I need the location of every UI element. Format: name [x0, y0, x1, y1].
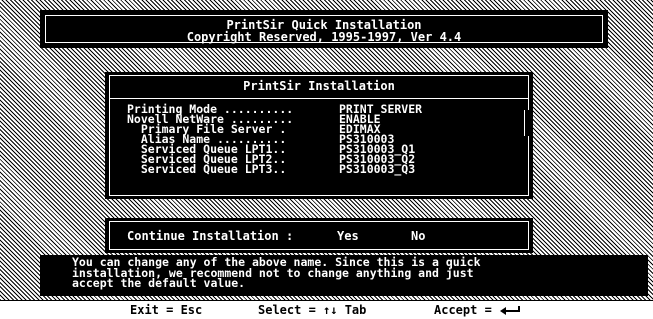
enter-arrow-icon [500, 305, 521, 315]
help-text: You can change any of the above name. Si… [72, 256, 481, 290]
installation-dialog: PrintSir Installation Printing Mode ....… [105, 72, 533, 199]
exit-key-hint: Exit = Esc [130, 303, 203, 317]
yes-option[interactable]: Yes [337, 230, 359, 242]
help-line-3: accept the default value. [72, 276, 246, 290]
banner-copyright: Copyright Reserved, 1995-1997, Ver 4.4 [186, 30, 462, 44]
dos-screen: PrintSir Quick Installation Copyright Re… [0, 0, 653, 301]
setting-label: Serviced Queue LPT3.. [127, 162, 287, 176]
select-key-hint: Select = ↑↓ Tab [258, 303, 367, 317]
accept-key-label: Accept = [434, 303, 500, 317]
settings-list: Printing Mode .......... PRINT SERVER No… [127, 103, 422, 176]
dialog-title: PrintSir Installation [243, 79, 395, 93]
title-banner: PrintSir Quick Installation Copyright Re… [40, 10, 608, 48]
dialog-divider [109, 98, 529, 99]
help-message: You can change any of the above name. Si… [40, 255, 648, 296]
no-option[interactable]: No [411, 230, 425, 242]
setting-queue-lpt3[interactable]: Serviced Queue LPT3.. PS310003_Q3 [127, 162, 422, 176]
setting-value[interactable]: PS310003_Q3 [339, 163, 415, 175]
accept-key-hint: Accept = [434, 302, 521, 319]
key-hint-bar: Exit = Esc Select = ↑↓ Tab Accept = [0, 302, 653, 319]
continue-label: Continue Installation : [127, 229, 294, 243]
scrollbar[interactable] [524, 110, 533, 136]
continue-dialog: Continue Installation : Yes No [105, 218, 533, 253]
